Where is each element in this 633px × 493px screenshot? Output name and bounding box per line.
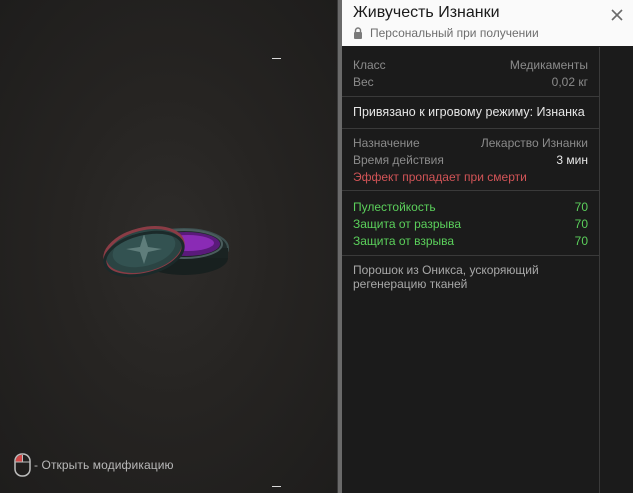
open-modification-hint: - Открыть модификацию (14, 453, 174, 477)
stat-value: 70 (574, 233, 588, 248)
item-info-panel: Живучесть Изнанки Персональный при получ… (342, 0, 633, 493)
class-label: Класс (353, 57, 386, 72)
stat-row: Пулестойкость 70 (353, 198, 588, 215)
item-tin-image (103, 226, 229, 278)
lock-icon (354, 27, 362, 39)
weight-label: Вес (353, 74, 374, 89)
item-description: Порошок из Оникса, ускоряющий регенераци… (353, 263, 539, 291)
duration-row: Время действия 3 мин (353, 151, 588, 168)
close-icon[interactable] (608, 6, 626, 24)
weight-row: Вес 0,02 кг (353, 73, 588, 90)
scroll-down-marker[interactable] (272, 486, 281, 487)
usage-section: Назначение Лекарство Изнанки Время дейст… (342, 129, 599, 191)
duration-label: Время действия (353, 152, 444, 167)
stat-row: Защита от взрыва 70 (353, 232, 588, 249)
item-preview-pane: - Открыть модификацию (0, 0, 338, 493)
binding-status: Персональный при получении (353, 26, 539, 40)
class-value: Медикаменты (509, 57, 588, 72)
purpose-row: Назначение Лекарство Изнанки (353, 134, 588, 151)
stat-label: Защита от взрыва (353, 233, 455, 248)
binding-text: Персональный при получении (370, 26, 539, 40)
scrollbar[interactable] (599, 47, 633, 493)
stats-section: Пулестойкость 70 Защита от разрыва 70 За… (342, 191, 599, 256)
mode-binding-text: Привязано к игровому режиму: Изнанка (353, 105, 585, 119)
stat-label: Пулестойкость (353, 199, 436, 214)
stat-value: 70 (574, 216, 588, 231)
death-warning: Эффект пропадает при смерти (353, 169, 527, 184)
duration-value: 3 мин (556, 152, 588, 167)
mouse-left-click-icon (14, 453, 31, 477)
purpose-value: Лекарство Изнанки (480, 135, 588, 150)
basic-info-section: Класс Медикаменты Вес 0,02 кг (342, 47, 599, 97)
description-section: Порошок из Оникса, ускоряющий регенераци… (342, 256, 599, 291)
stat-row: Защита от разрыва 70 (353, 215, 588, 232)
item-header: Живучесть Изнанки Персональный при получ… (342, 0, 633, 46)
item-title: Живучесть Изнанки (353, 4, 500, 21)
hint-text: - Открыть модификацию (34, 458, 174, 472)
class-row: Класс Медикаменты (353, 56, 588, 73)
purpose-label: Назначение (353, 135, 420, 150)
stat-value: 70 (574, 199, 588, 214)
mode-binding-section: Привязано к игровому режиму: Изнанка (342, 97, 599, 129)
item-details: Класс Медикаменты Вес 0,02 кг Привязано … (342, 47, 599, 493)
weight-value: 0,02 кг (551, 74, 588, 89)
scroll-up-marker[interactable] (272, 58, 281, 59)
stat-label: Защита от разрыва (353, 216, 462, 231)
death-warning-row: Эффект пропадает при смерти (353, 168, 588, 185)
